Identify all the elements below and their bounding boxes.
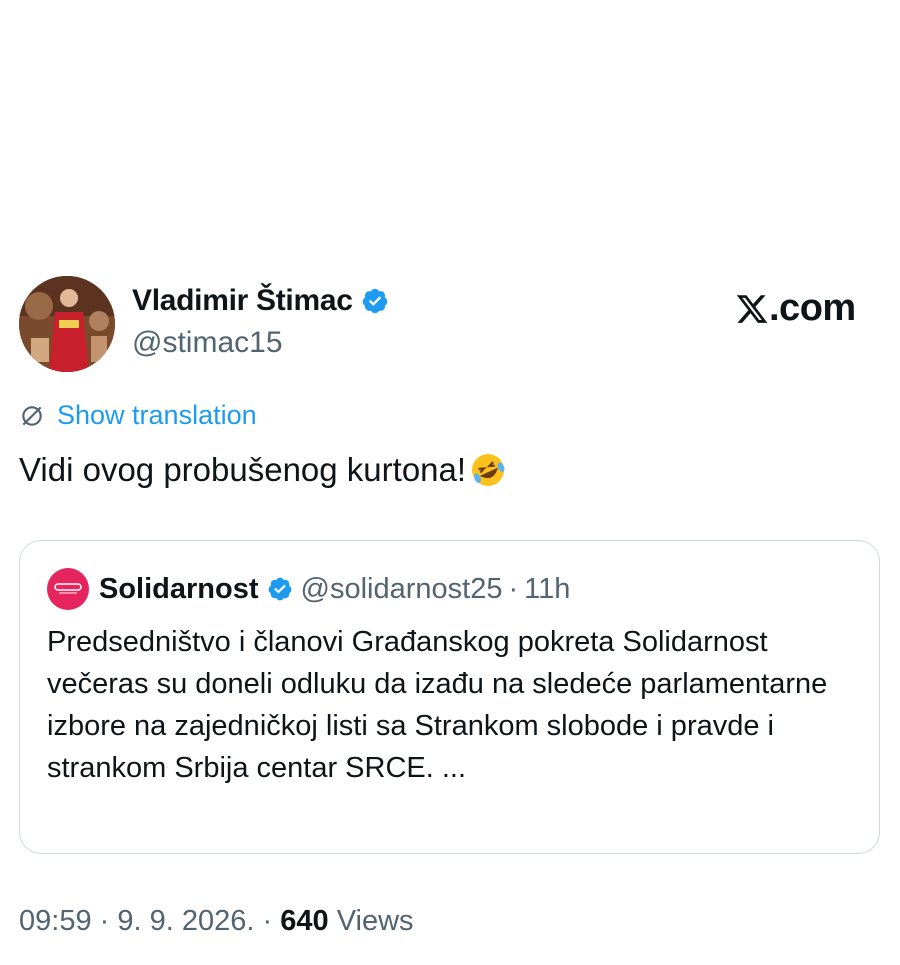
- x-brand: .com: [735, 287, 856, 330]
- author-display-name[interactable]: Vladimir Štimac: [132, 284, 353, 318]
- avatar-image: [19, 276, 115, 372]
- separator-dot: ·: [508, 572, 519, 605]
- x-logo-icon: [736, 294, 768, 323]
- author-handle[interactable]: @stimac15: [132, 326, 283, 360]
- verified-badge-icon: [362, 288, 387, 314]
- quoted-author-avatar[interactable]: [47, 568, 89, 610]
- views-count: 640: [280, 905, 329, 937]
- brand-text: .com: [769, 287, 856, 329]
- verified-badge-icon: [268, 577, 291, 601]
- quoted-tweet-card[interactable]: Solidarnost @solidarnost25 · 11h Predsed…: [19, 540, 880, 854]
- quoted-tweet-body: Predsedništvo i članovi Građanskog pokre…: [47, 626, 828, 784]
- tweet-text-row: Vidi ovog probušenog kurtona!: [19, 450, 508, 490]
- tweet-date[interactable]: 9. 9. 2026.: [117, 905, 254, 937]
- solidarnost-logo-icon: [54, 583, 82, 594]
- tweet-text: Vidi ovog probušenog kurtona!: [19, 451, 467, 488]
- tweet-footer: 09:59 · 9. 9. 2026. · 640 Views: [19, 905, 414, 938]
- footer-separator: ·: [262, 905, 273, 937]
- quoted-author-handle[interactable]: @solidarnost25: [301, 573, 503, 606]
- author-avatar[interactable]: [19, 276, 115, 372]
- views-label: Views: [336, 905, 414, 937]
- tweet-time[interactable]: 09:59: [19, 905, 92, 937]
- author-name-row[interactable]: Vladimir Štimac: [132, 284, 389, 318]
- quoted-tweet-header: Solidarnost @solidarnost25 · 11h: [47, 568, 570, 610]
- show-translation-link[interactable]: Show translation: [19, 400, 257, 431]
- show-translation-label[interactable]: Show translation: [57, 400, 257, 431]
- translate-globe-icon: [22, 405, 42, 426]
- quoted-author-name[interactable]: Solidarnost: [99, 573, 259, 606]
- rolling-laughing-emoji-icon: [472, 454, 505, 486]
- quoted-timestamp[interactable]: 11h: [524, 573, 570, 606]
- footer-separator: ·: [99, 905, 110, 937]
